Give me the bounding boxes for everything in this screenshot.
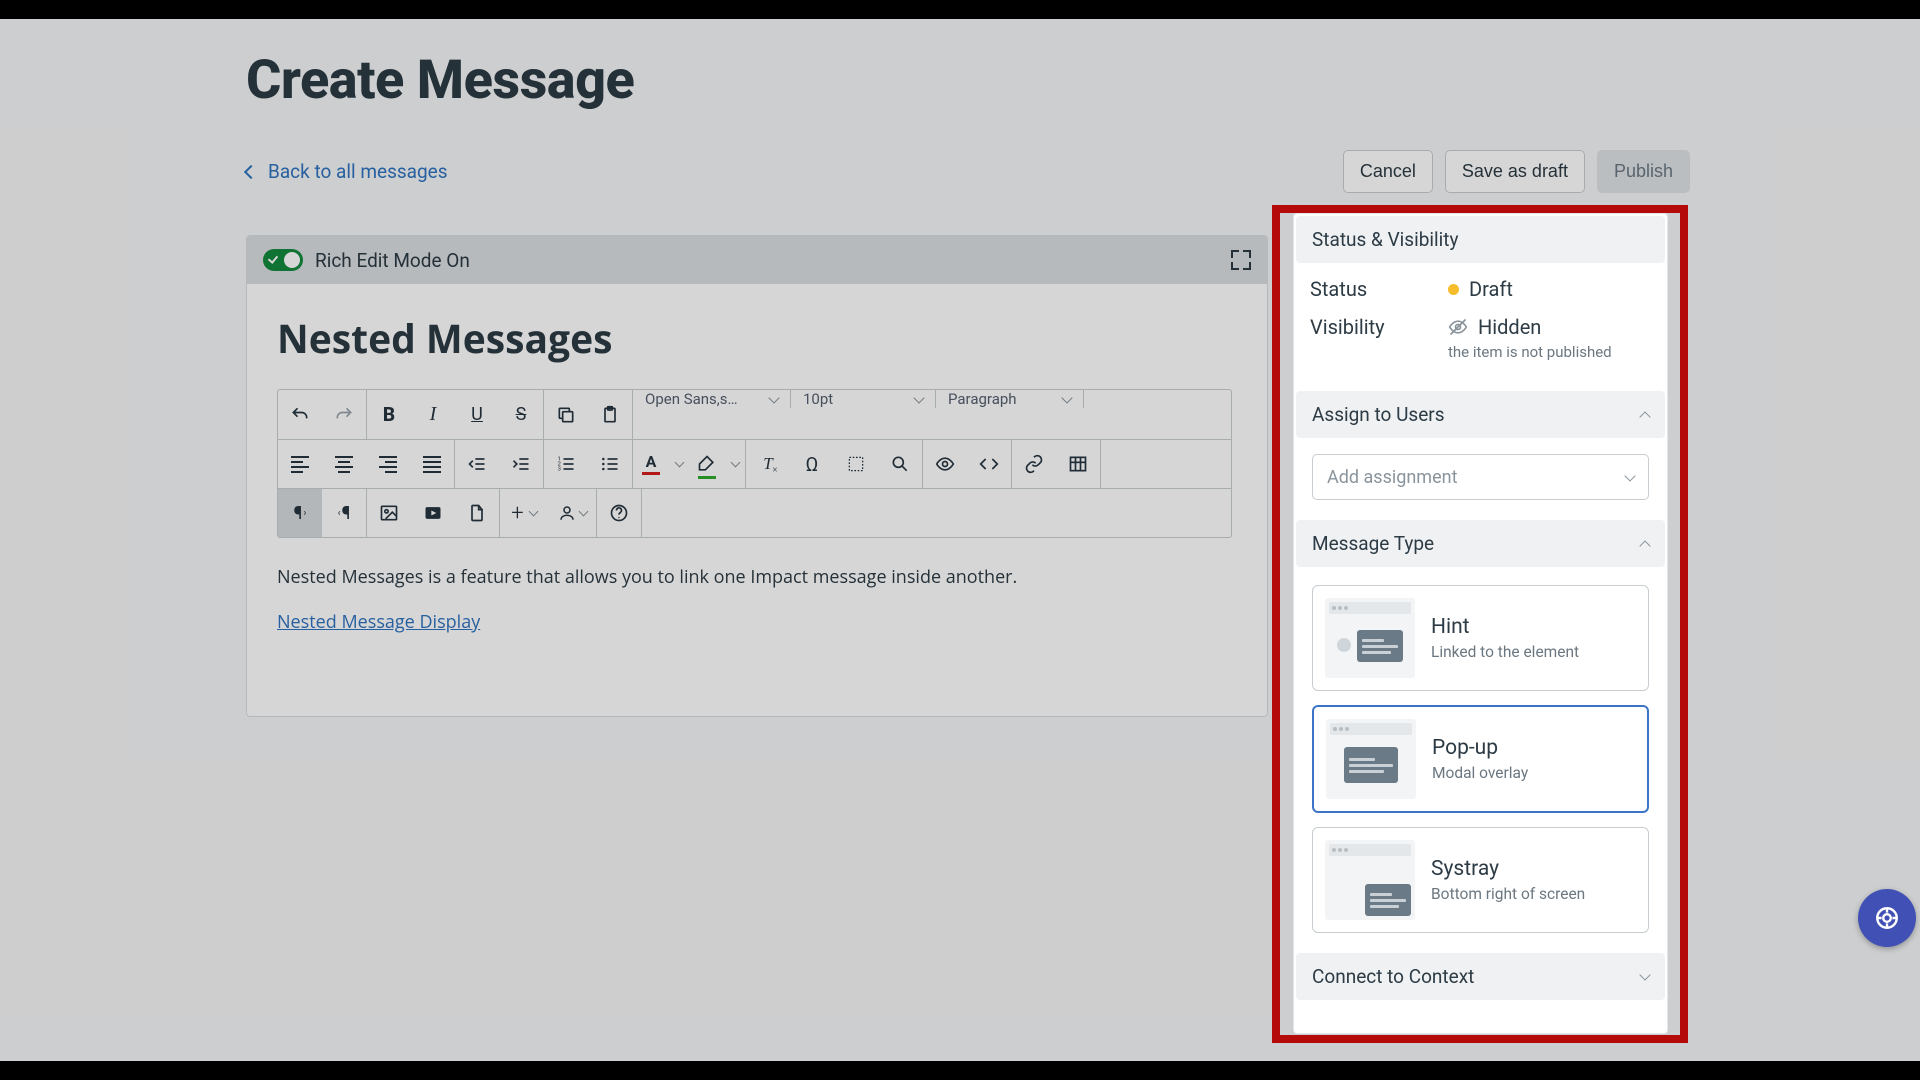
block-format-value: Paragraph <box>948 390 1017 408</box>
assign-users-header[interactable]: Assign to Users <box>1296 391 1665 438</box>
editor-panel: Rich Edit Mode On Nested Messages <box>246 235 1268 717</box>
svg-text:3: 3 <box>558 467 561 473</box>
section-header-label: Connect to Context <box>1312 965 1474 988</box>
chevron-down-icon <box>1061 392 1072 403</box>
block-format-select[interactable]: Paragraph <box>936 390 1084 408</box>
highlight-color-button[interactable] <box>689 440 725 488</box>
visibility-note: the item is not published <box>1448 343 1612 361</box>
search-button[interactable] <box>878 440 922 488</box>
italic-button[interactable]: I <box>411 390 455 439</box>
align-justify-button[interactable] <box>410 440 454 488</box>
font-size-value: 10pt <box>803 390 833 408</box>
chevron-up-icon <box>1639 540 1650 551</box>
editor-content-heading[interactable]: Nested Messages <box>277 312 1237 365</box>
align-right-button[interactable] <box>366 440 410 488</box>
help-button[interactable] <box>597 489 641 537</box>
insert-file-button[interactable] <box>455 489 499 537</box>
publish-button[interactable]: Publish <box>1597 150 1690 193</box>
nested-message-display-link[interactable]: Nested Message Display <box>277 610 480 634</box>
copy-button[interactable] <box>544 390 588 439</box>
visibility-label: Visibility <box>1310 315 1448 339</box>
status-value: Draft <box>1469 277 1513 301</box>
expand-icon[interactable] <box>1231 250 1251 270</box>
font-size-select[interactable]: 10pt <box>791 390 936 408</box>
back-link-label: Back to all messages <box>268 160 448 183</box>
undo-button[interactable] <box>278 390 322 439</box>
editor-body-text: Nested Messages is a feature that allows… <box>277 564 1237 591</box>
section-header-label: Message Type <box>1312 532 1434 555</box>
outdent-button[interactable] <box>455 440 499 488</box>
select-all-button[interactable] <box>834 440 878 488</box>
cancel-button[interactable]: Cancel <box>1343 150 1433 193</box>
insert-table-button[interactable] <box>1056 440 1100 488</box>
font-family-value: Open Sans,s… <box>645 390 738 408</box>
popup-thumbnail-icon <box>1326 719 1416 799</box>
text-color-dropdown[interactable] <box>669 440 689 488</box>
bold-button[interactable]: B <box>367 390 411 439</box>
font-family-select[interactable]: Open Sans,s… <box>633 390 791 408</box>
add-assignment-placeholder: Add assignment <box>1327 467 1457 488</box>
source-code-button[interactable] <box>967 440 1011 488</box>
hint-thumbnail-icon <box>1325 598 1415 678</box>
special-char-button[interactable]: Ω <box>790 440 834 488</box>
help-fab-button[interactable] <box>1858 889 1916 947</box>
ordered-list-button[interactable]: 123 <box>544 440 588 488</box>
text-color-button[interactable]: A <box>633 440 669 488</box>
back-to-messages-link[interactable]: Back to all messages <box>246 160 448 183</box>
chevron-down-icon <box>1639 969 1650 980</box>
insert-image-button[interactable] <box>367 489 411 537</box>
redo-button[interactable] <box>322 390 366 439</box>
paste-button[interactable] <box>588 390 632 439</box>
rich-edit-toggle[interactable] <box>263 249 303 271</box>
type-title: Hint <box>1431 615 1579 639</box>
insert-user-button[interactable] <box>548 489 596 537</box>
chevron-down-icon <box>913 392 924 403</box>
chevron-down-icon <box>768 392 779 403</box>
clear-formatting-button[interactable]: T× <box>746 440 790 488</box>
indent-button[interactable] <box>499 440 543 488</box>
chevron-left-icon <box>244 164 258 178</box>
insert-link-button[interactable] <box>1012 440 1056 488</box>
preview-button[interactable] <box>923 440 967 488</box>
ltr-button[interactable]: ¶› <box>278 489 322 537</box>
chevron-up-icon <box>1639 411 1650 422</box>
message-type-hint[interactable]: Hint Linked to the element <box>1312 585 1649 691</box>
align-left-button[interactable] <box>278 440 322 488</box>
chevron-down-icon <box>1624 470 1635 481</box>
status-label: Status <box>1310 277 1448 301</box>
type-desc: Modal overlay <box>1432 764 1528 782</box>
settings-sidebar: Status & Visibility Status Draft Visibil… <box>1293 213 1668 1034</box>
save-draft-button[interactable]: Save as draft <box>1445 150 1585 193</box>
page-title: Create Message <box>246 49 1690 112</box>
status-dot-icon <box>1448 284 1459 295</box>
message-type-header[interactable]: Message Type <box>1296 520 1665 567</box>
visibility-value: Hidden <box>1478 315 1541 339</box>
highlight-color-dropdown[interactable] <box>725 440 745 488</box>
rich-edit-mode-label: Rich Edit Mode On <box>315 249 470 272</box>
section-header-label: Assign to Users <box>1312 403 1445 426</box>
type-title: Pop-up <box>1432 736 1528 760</box>
align-center-button[interactable] <box>322 440 366 488</box>
type-desc: Linked to the element <box>1431 643 1579 661</box>
add-assignment-select[interactable]: Add assignment <box>1312 454 1649 500</box>
status-visibility-header[interactable]: Status & Visibility <box>1296 216 1665 263</box>
unordered-list-button[interactable] <box>588 440 632 488</box>
strikethrough-button[interactable]: S <box>499 390 543 439</box>
systray-thumbnail-icon <box>1325 840 1415 920</box>
section-header-label: Status & Visibility <box>1312 228 1458 251</box>
message-type-popup[interactable]: Pop-up Modal overlay <box>1312 705 1649 813</box>
underline-button[interactable]: U <box>455 390 499 439</box>
insert-more-button[interactable]: + <box>500 489 548 537</box>
type-title: Systray <box>1431 857 1585 881</box>
editor-content-area[interactable]: Nested Messages is a feature that allows… <box>277 564 1237 636</box>
type-desc: Bottom right of screen <box>1431 885 1585 903</box>
message-type-systray[interactable]: Systray Bottom right of screen <box>1312 827 1649 933</box>
connect-context-header[interactable]: Connect to Context <box>1296 953 1665 1000</box>
editor-toolbar: B I U S <box>277 389 1232 538</box>
insert-video-button[interactable] <box>411 489 455 537</box>
eye-off-icon <box>1448 317 1468 337</box>
rtl-button[interactable]: ‹¶ <box>322 489 366 537</box>
